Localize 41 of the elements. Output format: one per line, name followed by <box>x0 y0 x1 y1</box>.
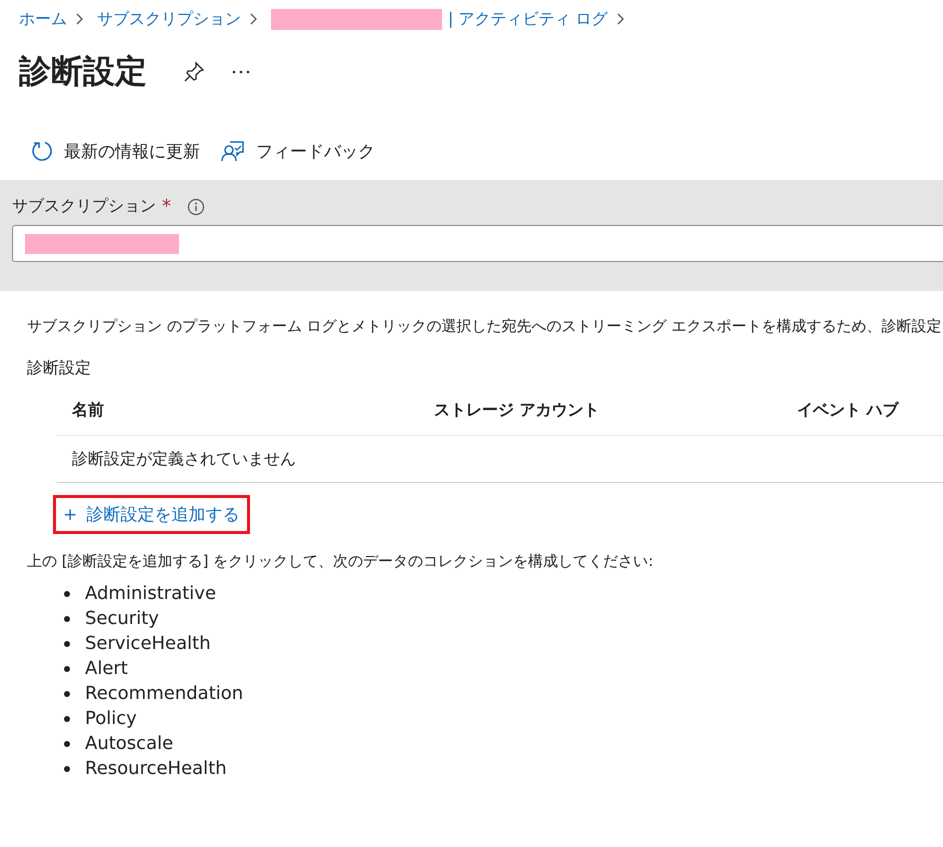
column-header: 名前 <box>72 400 105 420</box>
section-title: 診断設定 <box>27 358 92 379</box>
info-icon <box>187 198 205 216</box>
bullet-icon <box>64 716 70 722</box>
breadcrumb-link[interactable]: | アクティビティ ログ <box>448 8 608 30</box>
more-icon[interactable] <box>231 69 251 75</box>
pin-icon[interactable] <box>183 61 205 83</box>
add-setting-link[interactable]: + 診断設定を追加する <box>53 495 250 534</box>
bullet-icon <box>64 740 70 746</box>
description-text: サブスクリプション のプラットフォーム ログとメトリックの選択した宛先へのストリーミング エクスポートを構成するため、診断設定 <box>27 317 942 336</box>
chevron-icon <box>616 12 626 26</box>
chevron-icon <box>249 12 259 26</box>
bullet-icon <box>64 640 70 646</box>
bullet-icon <box>64 590 70 596</box>
category-item: Security <box>85 608 159 629</box>
category-item: Autoscale <box>85 733 174 754</box>
instruction-text: 上の [診断設定を追加する] をクリックして、次のデータのコレクションを構成してください: <box>27 552 654 571</box>
feedback-button[interactable]: フィードバック <box>220 136 375 166</box>
chevron-icon <box>75 12 85 26</box>
category-item: Recommendation <box>85 683 244 704</box>
category-item: ResourceHealth <box>85 758 227 779</box>
refresh-button[interactable]: 最新の情報に更新 <box>30 136 200 166</box>
feedback-icon <box>220 139 246 163</box>
page-title: 診断設定 <box>19 51 147 92</box>
column-header: イベント ハブ <box>797 400 900 420</box>
breadcrumb-link[interactable]: ホーム <box>19 8 67 30</box>
bullet-icon <box>64 690 70 696</box>
bullet-icon <box>64 766 70 772</box>
breadcrumb-link[interactable]: サブスクリプション <box>97 8 241 30</box>
bullet-icon <box>64 616 70 622</box>
category-item: Administrative <box>85 583 216 604</box>
subscription-dropdown[interactable] <box>12 225 943 262</box>
category-item: Alert <box>85 658 128 679</box>
column-header: ストレージ アカウント <box>434 400 601 420</box>
bullet-icon <box>64 666 70 672</box>
category-item: Policy <box>85 708 137 729</box>
field-label: サブスクリプション <box>12 196 156 217</box>
required-mark: * <box>162 196 171 217</box>
refresh-icon <box>30 139 54 163</box>
empty-message: 診断設定が定義されていません <box>72 448 296 470</box>
category-item: ServiceHealth <box>85 633 211 654</box>
